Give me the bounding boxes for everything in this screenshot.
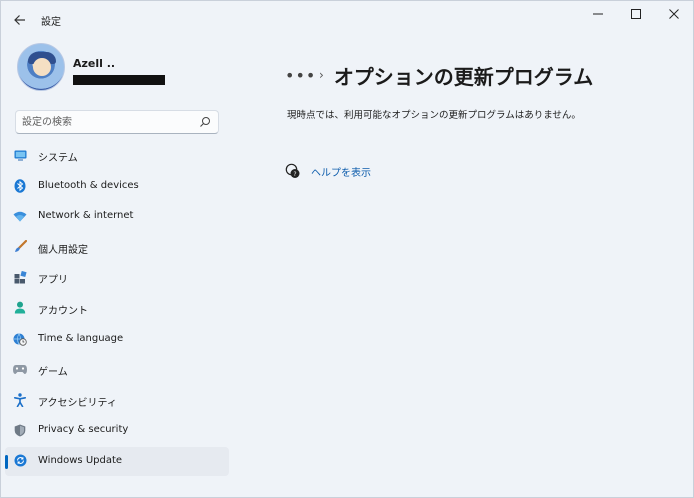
sidebar-item-label: 個人用設定: [38, 244, 88, 256]
shield-icon: [13, 423, 27, 437]
page-title: オプションの更新プログラム: [333, 64, 594, 89]
minimize-icon: [593, 13, 603, 15]
main-content: ••• › オプションの更新プログラム 現時点では、利用可能なオプションの更新プ…: [237, 37, 693, 497]
sidebar-item-label: ゲーム: [38, 367, 68, 379]
sidebar-item-label: アプリ: [38, 275, 68, 287]
title-bar: 設定: [1, 1, 693, 37]
status-message: 現時点では、利用可能なオプションの更新プログラムはありません。: [287, 110, 581, 121]
brush-icon: [13, 240, 27, 254]
sidebar-item-personalization[interactable]: 個人用設定: [5, 233, 229, 262]
windows-update-icon: [13, 454, 27, 468]
sidebar-item-accessibility[interactable]: アクセシビリティ: [5, 386, 229, 415]
back-button[interactable]: [9, 9, 31, 31]
sidebar-item-label: Time & language: [38, 332, 124, 344]
sidebar-item-network[interactable]: Network & internet: [5, 202, 229, 231]
profile-name: Azell ..: [73, 57, 116, 70]
maximize-button[interactable]: [617, 1, 655, 27]
help-link-text: ヘルプを表示: [311, 167, 371, 179]
sidebar-item-gaming[interactable]: ゲーム: [5, 355, 229, 384]
app-title: 設定: [41, 17, 61, 28]
sidebar-item-label: アクセシビリティ: [38, 397, 117, 409]
sidebar-item-label: Network & internet: [38, 210, 134, 222]
sidebar-item-windows-update[interactable]: Windows Update: [5, 446, 229, 476]
sidebar-item-system[interactable]: システム: [5, 141, 229, 170]
close-button[interactable]: [655, 1, 693, 27]
selected-indicator: [5, 454, 8, 469]
maximize-icon: [631, 9, 641, 19]
profile-email-redacted: [73, 75, 165, 85]
accessibility-icon: [13, 393, 27, 407]
avatar: [17, 43, 65, 91]
sidebar-item-label: Privacy & security: [38, 424, 129, 436]
search-input[interactable]: [22, 114, 192, 130]
sidebar-item-accounts[interactable]: アカウント: [5, 294, 229, 323]
search-icon[interactable]: [198, 115, 212, 129]
sidebar-item-label: システム: [38, 153, 78, 164]
settings-window: 設定 Azell .. 設定の検索 システム Bluetooth & devic…: [0, 0, 694, 498]
back-arrow-icon: [14, 15, 25, 25]
settings-search: [15, 110, 219, 134]
user-profile[interactable]: Azell ..: [17, 43, 227, 95]
minimize-button[interactable]: [579, 1, 617, 27]
get-help-link[interactable]: ? ヘルプを表示: [285, 163, 371, 179]
apps-icon: [13, 270, 27, 284]
close-icon: [669, 9, 679, 19]
account-icon: [13, 301, 27, 315]
sidebar-item-label: アカウント: [38, 305, 88, 317]
wifi-icon: [13, 209, 27, 223]
breadcrumb: ••• › オプションの更新プログラム: [285, 61, 593, 89]
window-controls: [579, 1, 693, 29]
sidebar-item-apps[interactable]: アプリ: [5, 263, 229, 292]
sidebar: Azell .. システム Bluetooth & devices: [1, 37, 237, 497]
gamepad-icon: [13, 362, 27, 376]
sidebar-item-bluetooth[interactable]: Bluetooth & devices: [5, 172, 229, 201]
sidebar-item-privacy-security[interactable]: Privacy & security: [5, 416, 229, 445]
svg-text:?: ?: [293, 171, 296, 178]
system-monitor-icon: [13, 148, 27, 162]
help-chat-icon: ?: [285, 163, 300, 178]
sidebar-item-label: Bluetooth & devices: [38, 179, 139, 191]
sidebar-nav: システム Bluetooth & devices Network & inter…: [5, 141, 229, 478]
globe-clock-icon: [13, 332, 27, 346]
bluetooth-icon: [13, 178, 27, 193]
sidebar-item-time-language[interactable]: Time & language: [5, 325, 229, 354]
chevron-right-icon: ›: [319, 68, 324, 82]
breadcrumb-more-button[interactable]: •••: [285, 66, 315, 85]
sidebar-item-label: Windows Update: [38, 454, 123, 466]
